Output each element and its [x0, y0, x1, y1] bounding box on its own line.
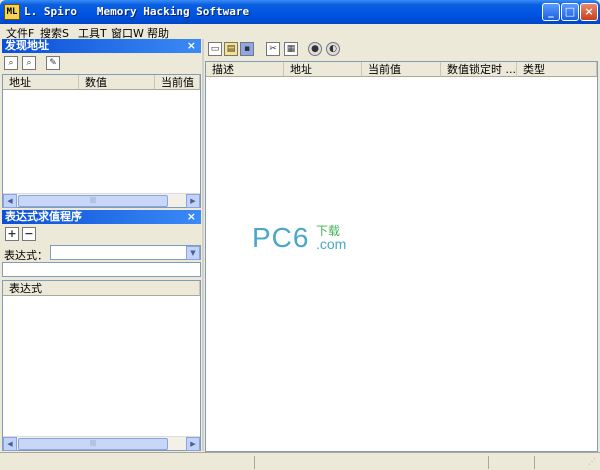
edit-icon[interactable]: ✎	[46, 56, 60, 70]
expression-list[interactable]: 表达式 ◀ ||| ▶	[2, 280, 201, 451]
add-expression-button[interactable]: +	[5, 227, 19, 241]
found-address-list[interactable]: 地址 数值 当前值 ◀ ||| ▶	[2, 74, 201, 208]
app-icon[interactable]: ML	[4, 4, 20, 20]
found-panel-title: 发现地址	[5, 39, 49, 52]
close-button[interactable]: ×	[580, 3, 598, 21]
expression-label: 表达式：	[4, 249, 48, 262]
status-divider	[534, 456, 535, 469]
column-header-address[interactable]: 地址	[3, 75, 79, 90]
expression-list-hscrollbar[interactable]: ◀ ||| ▶	[3, 436, 200, 451]
open-folder-icon[interactable]: ▤	[224, 42, 238, 56]
watermark-pc6: PC6	[252, 222, 310, 253]
found-panel-close-button[interactable]: ×	[187, 39, 196, 53]
main-address-list[interactable]: 描述 地址 当前值 数值锁定时 ... 类型	[205, 61, 598, 452]
scroll-thumb[interactable]: |||	[18, 195, 168, 207]
maximize-button[interactable]: □	[561, 3, 579, 21]
column-header-type[interactable]: 类型	[517, 62, 597, 77]
unlock-icon[interactable]: ◐	[326, 42, 340, 56]
expr-panel-close-button[interactable]: ×	[187, 210, 196, 224]
column-header-value[interactable]: 数值	[79, 75, 155, 90]
window-title: L. Spiro Memory Hacking Software	[24, 5, 250, 18]
paste-icon[interactable]: ▦	[284, 42, 298, 56]
cut-icon[interactable]: ✂	[266, 42, 280, 56]
menu-bar: 文件F 搜索S 工具T 窗口W 帮助	[0, 24, 600, 40]
save-icon[interactable]: ▪	[240, 42, 254, 56]
column-header-current-value[interactable]: 当前值	[155, 75, 200, 90]
scroll-thumb[interactable]: |||	[18, 438, 168, 450]
column-header-expression[interactable]: 表达式	[3, 281, 200, 296]
remove-expression-button[interactable]: −	[22, 227, 36, 241]
new-file-icon[interactable]: ▭	[208, 42, 222, 56]
scroll-left-arrow-icon[interactable]: ◀	[3, 437, 17, 451]
column-header-current-value[interactable]: 当前值	[362, 62, 441, 77]
minimize-button[interactable]: _	[542, 3, 560, 21]
expression-result-field[interactable]	[2, 262, 201, 277]
lock-icon[interactable]: ●	[308, 42, 322, 56]
found-panel-header: 发现地址 ×	[2, 39, 201, 53]
search-icon[interactable]: ⌕	[4, 56, 18, 70]
column-header-description[interactable]: 描述	[206, 62, 284, 77]
column-header-locked-value[interactable]: 数值锁定时 ...	[441, 62, 517, 77]
status-divider	[488, 456, 489, 469]
expr-panel-title: 表达式求值程序	[5, 210, 82, 223]
expression-combobox[interactable]: ▼	[50, 245, 201, 260]
scroll-right-arrow-icon[interactable]: ▶	[186, 194, 200, 208]
watermark-com: .com	[316, 236, 347, 252]
panel-splitter[interactable]	[202, 39, 204, 451]
column-header-address[interactable]: 地址	[284, 62, 362, 77]
status-divider	[254, 456, 255, 469]
search-next-icon[interactable]: ⌕	[22, 56, 36, 70]
status-bar: ⋰	[0, 452, 600, 470]
expr-panel-header: 表达式求值程序 ×	[2, 210, 201, 224]
resize-grip-icon[interactable]: ⋰	[588, 457, 598, 467]
chevron-down-icon[interactable]: ▼	[186, 246, 200, 260]
scroll-right-arrow-icon[interactable]: ▶	[186, 437, 200, 451]
pc6-watermark-logo: PC6 下载 .com	[252, 222, 346, 254]
scroll-left-arrow-icon[interactable]: ◀	[3, 194, 17, 208]
title-bar[interactable]: ML L. Spiro Memory Hacking Software _ □ …	[0, 0, 600, 24]
found-list-hscrollbar[interactable]: ◀ ||| ▶	[3, 193, 200, 208]
